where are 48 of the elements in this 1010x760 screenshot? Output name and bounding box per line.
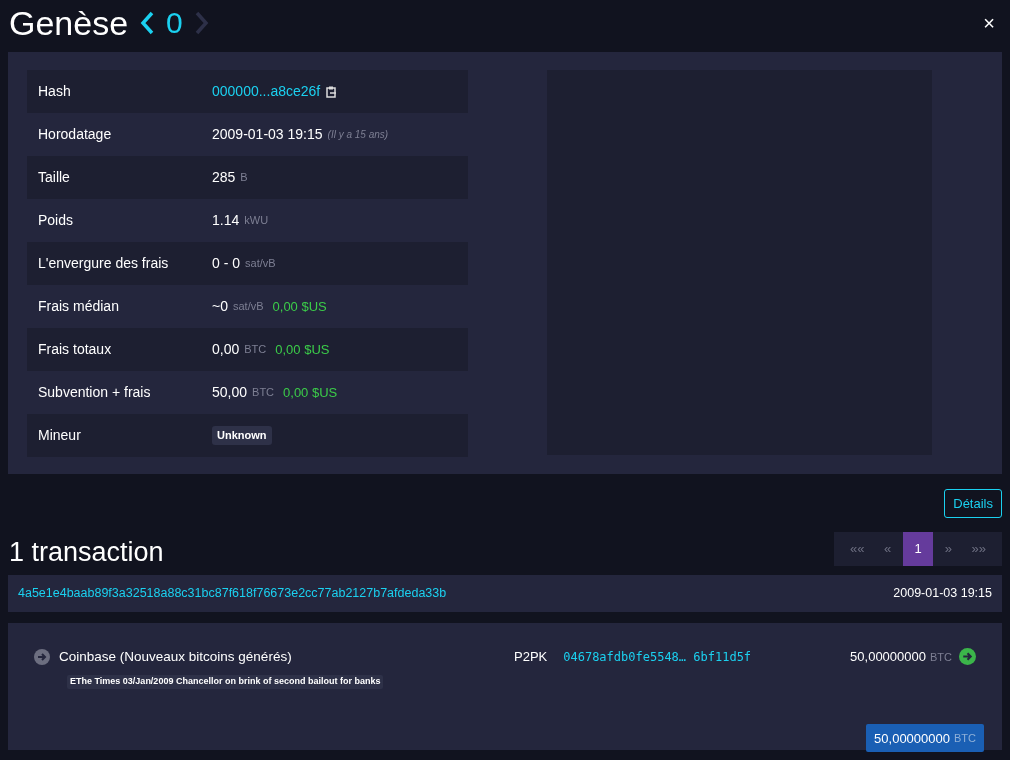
field-value: 285 xyxy=(212,168,236,187)
close-button[interactable]: × xyxy=(983,13,995,33)
field-value: 1.14 xyxy=(212,211,240,230)
hash-link[interactable]: 000000...a8ce26f xyxy=(212,81,321,102)
field-value: ~0 xyxy=(212,297,228,316)
field-label: Hash xyxy=(37,82,72,101)
miner-badge: Unknown xyxy=(212,426,272,445)
transactions-heading: 1 transaction xyxy=(9,539,164,566)
unit-label: sat/vB xyxy=(232,299,264,315)
field-label: Poids xyxy=(37,211,75,230)
field-label: L'envergure des frais xyxy=(37,254,170,273)
field-value: 2009-01-03 19:15 xyxy=(212,125,323,144)
field-label: Taille xyxy=(37,168,71,187)
field-label: Horodatage xyxy=(37,125,113,144)
coinbase-script: EThe Times 03/Jan/2009 Chancellor on brink of second bailout for banks xyxy=(67,675,384,689)
unit-label: BTC xyxy=(252,385,275,401)
chevron-left-icon[interactable] xyxy=(140,11,155,35)
unit-label: sat/vB xyxy=(245,256,276,272)
field-label: Subvention + frais xyxy=(37,383,152,402)
unit-label: kWU xyxy=(244,213,269,229)
arrow-right-circle-icon[interactable] xyxy=(959,648,976,666)
output-amount: 50,00000000 xyxy=(850,648,926,666)
field-value: 50,00 xyxy=(212,383,248,402)
total-amount: 50,00000000 xyxy=(874,729,950,748)
block-title: Genèse xyxy=(9,6,129,40)
field-label: Mineur xyxy=(37,426,82,445)
details-button[interactable]: Détails xyxy=(944,489,1002,518)
field-label: Frais médian xyxy=(37,297,120,316)
input-label: Coinbase (Nouveaux bitcoins générés) xyxy=(59,648,292,666)
clipboard-icon[interactable] xyxy=(326,85,338,98)
address-link[interactable]: 04678afdb0fe5548… 6bf11d5f xyxy=(563,647,752,666)
relative-time: (Il y a 15 ans) xyxy=(327,128,389,142)
unit-label: BTC xyxy=(244,342,267,358)
fiat-value: 0,00 $US xyxy=(272,297,327,316)
fiat-value: 0,00 $US xyxy=(275,340,330,359)
unit-label: BTC xyxy=(930,649,952,665)
script-type: P2PK xyxy=(514,648,548,666)
pagination-button[interactable]: 1 xyxy=(902,531,934,566)
transaction-time: 2009-01-03 19:15 xyxy=(893,585,992,603)
unit-label: BTC xyxy=(954,731,976,746)
fiat-value: 0,00 $US xyxy=(283,383,338,402)
unit-label: B xyxy=(240,170,248,186)
field-label: Frais totaux xyxy=(37,340,113,359)
transaction-id-link[interactable]: 4a5e1e4baab89f3a32518a88c31bc87f618f76673e2cc77ab2127b7afdeda33b xyxy=(18,584,447,603)
field-value: 0,00 xyxy=(212,340,240,359)
field-value: 0 - 0 xyxy=(212,254,240,273)
arrow-right-circle-icon[interactable] xyxy=(34,649,50,666)
block-height: 0 xyxy=(166,8,183,38)
